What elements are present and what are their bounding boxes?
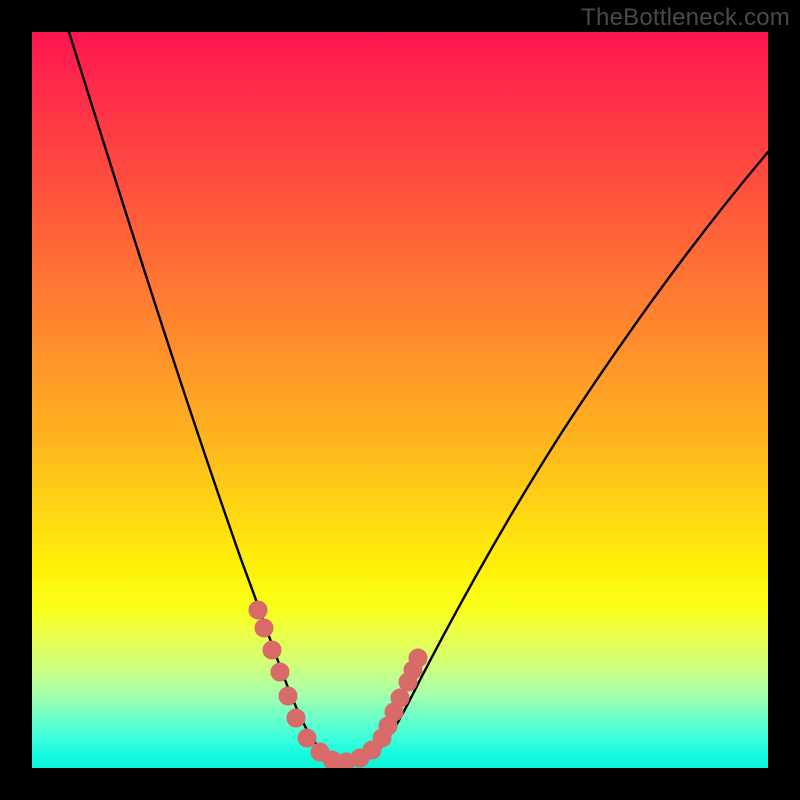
highlight-dot	[279, 687, 297, 705]
highlight-dot	[249, 601, 267, 619]
highlight-dot	[255, 619, 273, 637]
bottleneck-curve-layer	[32, 32, 768, 768]
highlight-marker-group	[249, 601, 427, 768]
plot-area	[32, 32, 768, 768]
highlight-dot	[263, 641, 281, 659]
highlight-dot	[271, 663, 289, 681]
watermark-text: TheBottleneck.com	[581, 4, 790, 32]
highlight-dot	[287, 709, 305, 727]
highlight-dot	[298, 729, 316, 747]
highlight-dot	[391, 689, 409, 707]
chart-frame: TheBottleneck.com	[0, 0, 800, 800]
highlight-dot	[409, 649, 427, 667]
